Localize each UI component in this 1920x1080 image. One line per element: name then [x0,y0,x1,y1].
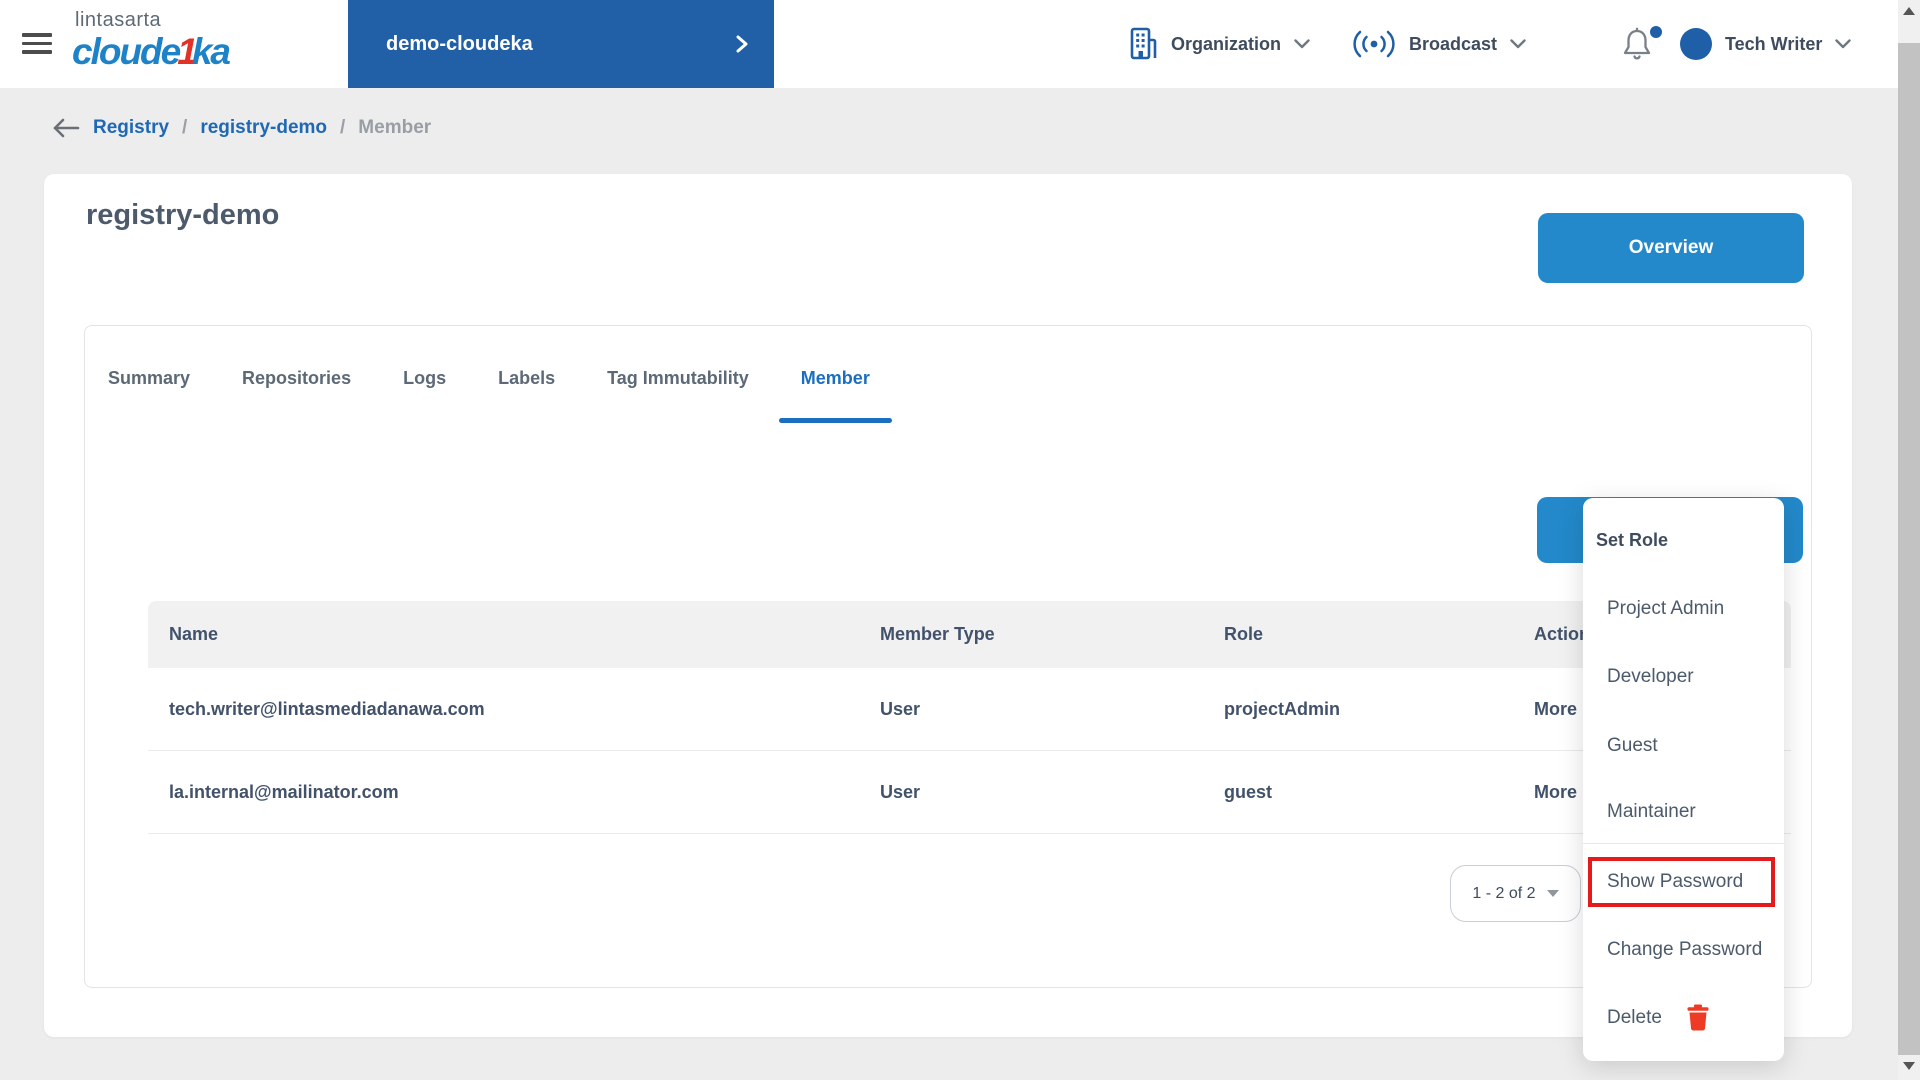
tab-summary[interactable]: Summary [108,354,190,403]
breadcrumb-separator: / [182,117,188,138]
row-more-button[interactable]: More [1534,751,1577,834]
menu-header-set-role: Set Role [1596,530,1669,550]
member-name: la.internal@mailinator.com [169,782,399,802]
organization-dropdown[interactable]: Organization [1128,0,1310,88]
column-header-role: Role [1224,624,1264,644]
tab-logs[interactable]: Logs [403,354,446,403]
page-title: registry-demo [86,199,280,231]
menu-item-developer[interactable]: Developer [1607,666,1694,688]
chevron-down-icon [1510,39,1526,49]
user-avatar [1680,28,1712,60]
tab-member[interactable]: Member [778,354,892,423]
trash-icon [1687,1004,1709,1031]
user-name: Tech Writer [1725,33,1823,54]
tab-bar: Summary Repositories Logs Labels Tag Imm… [108,354,892,423]
user-menu[interactable]: Tech Writer [1680,0,1852,88]
menu-item-guest[interactable]: Guest [1607,735,1658,757]
menu-divider [1583,843,1784,844]
member-role: guest [1224,782,1273,802]
overview-button[interactable]: Overview [1538,213,1804,283]
member-type: User [880,782,921,802]
scrollbar-thumb[interactable] [1898,43,1920,1055]
table-header-row: Name Member Type Role Action [148,601,1791,668]
page-scrollbar[interactable] [1898,0,1920,1080]
scrollbar-down-arrow-icon[interactable] [1903,1062,1915,1070]
broadcast-label: Broadcast [1409,33,1498,54]
notification-unread-dot [1650,26,1662,38]
member-table: Name Member Type Role Action tech.writer… [148,601,1791,834]
tab-tag-immutability[interactable]: Tag Immutability [607,354,749,403]
logo-cloudeka-text: cloude1ka [72,31,231,72]
chevron-down-icon [1835,39,1852,49]
menu-item-project-admin[interactable]: Project Admin [1607,598,1724,620]
tab-repositories[interactable]: Repositories [242,354,351,403]
organization-label: Organization [1171,33,1282,54]
broadcast-signal-icon [1352,30,1396,58]
menu-item-show-password[interactable]: Show Password [1607,871,1743,893]
caret-down-icon [1546,890,1559,897]
column-header-member-type: Member Type [880,624,995,644]
member-name: tech.writer@lintasmediadanawa.com [169,699,485,719]
table-row: la.internal@mailinator.com User guest Mo… [148,751,1791,834]
member-panel: Summary Repositories Logs Labels Tag Imm… [84,325,1812,988]
tab-labels[interactable]: Labels [498,354,555,403]
hamburger-menu-icon[interactable] [22,33,52,57]
breadcrumb-registry-demo-link[interactable]: registry-demo [200,117,327,139]
row-more-button[interactable]: More [1534,668,1577,751]
chevron-down-icon [1294,39,1310,49]
delete-label: Delete [1607,1006,1662,1028]
organization-building-icon [1128,27,1158,61]
breadcrumb-separator: / [340,117,346,138]
breadcrumb-current-member: Member [358,117,432,138]
chevron-right-icon [736,35,748,53]
breadcrumb-registry-link[interactable]: Registry [93,117,169,139]
table-row: tech.writer@lintasmediadanawa.com User p… [148,668,1791,751]
menu-item-change-password[interactable]: Change Password [1607,939,1762,961]
menu-item-delete[interactable]: Delete [1607,1004,1709,1031]
pagination-range-select[interactable]: 1 - 2 of 2 [1450,865,1581,922]
member-type: User [880,699,921,719]
column-header-action: Action [1534,624,1590,644]
notification-bell-button[interactable] [1620,26,1664,66]
project-switcher-button[interactable]: demo-cloudeka [348,0,774,88]
pagination-range-label: 1 - 2 of 2 [1472,884,1536,902]
breadcrumb: Registry / registry-demo / Member [52,117,431,139]
logo-lintasarta-text: lintasarta [75,9,162,31]
broadcast-dropdown[interactable]: Broadcast [1352,0,1526,88]
registry-detail-card: registry-demo Overview Summary Repositor… [44,174,1852,1037]
scrollbar-up-arrow-icon[interactable] [1903,7,1915,15]
row-actions-context-menu: Set Role Project Admin Developer Guest M… [1583,498,1784,1061]
project-switcher-label: demo-cloudeka [386,32,533,55]
menu-item-maintainer[interactable]: Maintainer [1607,801,1696,823]
top-navigation-bar: lintasarta cloude1ka demo-cloudeka Organ… [0,0,1898,88]
column-header-name: Name [169,624,219,644]
back-arrow-icon[interactable] [52,118,80,138]
cloudeka-logo: lintasarta cloude1ka [72,9,231,72]
member-role: projectAdmin [1224,699,1341,719]
